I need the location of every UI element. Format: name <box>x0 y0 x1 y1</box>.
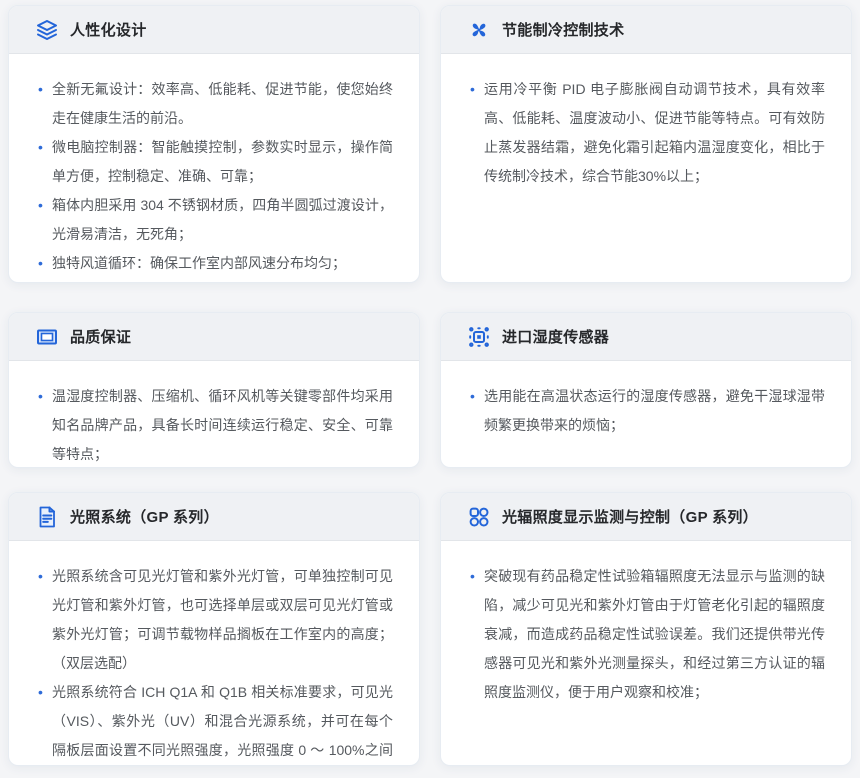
card-title: 光照系统（GP 系列） <box>70 506 219 527</box>
bullet-item: 光照系统符合 ICH Q1A 和 Q1B 相关标准要求，可见光（VIS）、紫外光… <box>38 678 393 766</box>
bullet-list: 光照系统含可见光灯管和紫外光灯管，可单独控制可见光灯管和紫外灯管，也可选择单层或… <box>38 562 393 766</box>
feature-card-energy-saving-cooling: 节能制冷控制技术 运用冷平衡 PID 电子膨胀阀自动调节技术，具有效率高、低能耗… <box>440 5 852 283</box>
feature-card-irradiance-monitoring: 光辐照度显示监测与控制（GP 系列） 突破现有药品稳定性试验箱辐照度无法显示与监… <box>440 492 852 766</box>
fan-icon <box>467 18 491 42</box>
card-header: 节能制冷控制技术 <box>441 6 851 54</box>
bullet-item: 全新无氟设计：效率高、低能耗、促进节能，使您始终走在健康生活的前沿。 <box>38 75 393 133</box>
bullet-list: 突破现有药品稳定性试验箱辐照度无法显示与监测的缺陷，减少可见光和紫外灯管由于灯管… <box>470 562 825 707</box>
feature-grid-page: 人性化设计 全新无氟设计：效率高、低能耗、促进节能，使您始终走在健康生活的前沿。… <box>0 0 860 766</box>
bullet-list: 全新无氟设计：效率高、低能耗、促进节能，使您始终走在健康生活的前沿。 微电脑控制… <box>38 75 393 278</box>
bullet-list: 温湿度控制器、压缩机、循环风机等关键零部件均采用知名品牌产品，具备长时间连续运行… <box>38 382 393 468</box>
card-body: 突破现有药品稳定性试验箱辐照度无法显示与监测的缺陷，减少可见光和紫外灯管由于灯管… <box>441 541 851 717</box>
card-title: 光辐照度显示监测与控制（GP 系列） <box>502 506 758 527</box>
feature-row-3: 光照系统（GP 系列） 光照系统含可见光灯管和紫外光灯管，可单独控制可见光灯管和… <box>8 492 852 766</box>
card-header: 光照系统（GP 系列） <box>9 493 419 541</box>
document-icon <box>35 505 59 529</box>
bullet-item: 选用能在高温状态运行的湿度传感器，避免干湿球湿带频繁更换带来的烦恼； <box>470 382 825 440</box>
feature-row-1: 人性化设计 全新无氟设计：效率高、低能耗、促进节能，使您始终走在健康生活的前沿。… <box>8 5 852 283</box>
card-body: 全新无氟设计：效率高、低能耗、促进节能，使您始终走在健康生活的前沿。 微电脑控制… <box>9 54 419 283</box>
frame-icon <box>35 325 59 349</box>
card-title: 人性化设计 <box>70 19 147 40</box>
card-body: 温湿度控制器、压缩机、循环风机等关键零部件均采用知名品牌产品，具备长时间连续运行… <box>9 361 419 468</box>
card-body: 光照系统含可见光灯管和紫外光灯管，可单独控制可见光灯管和紫外灯管，也可选择单层或… <box>9 541 419 766</box>
card-title: 节能制冷控制技术 <box>502 19 624 40</box>
grid-circles-icon <box>467 505 491 529</box>
card-header: 人性化设计 <box>9 6 419 54</box>
card-body: 选用能在高温状态运行的湿度传感器，避免干湿球湿带频繁更换带来的烦恼； <box>441 361 851 450</box>
bullet-item: 独特风道循环：确保工作室内部风速分布均匀； <box>38 249 393 278</box>
layers-icon <box>35 18 59 42</box>
feature-card-humanized-design: 人性化设计 全新无氟设计：效率高、低能耗、促进节能，使您始终走在健康生活的前沿。… <box>8 5 420 283</box>
bullet-list: 运用冷平衡 PID 电子膨胀阀自动调节技术，具有效率高、低能耗、温度波动小、促进… <box>470 75 825 191</box>
card-header: 品质保证 <box>9 313 419 361</box>
card-title: 进口湿度传感器 <box>502 326 609 347</box>
bullet-item: 温湿度控制器、压缩机、循环风机等关键零部件均采用知名品牌产品，具备长时间连续运行… <box>38 382 393 468</box>
bullet-item: 运用冷平衡 PID 电子膨胀阀自动调节技术，具有效率高、低能耗、温度波动小、促进… <box>470 75 825 191</box>
card-header: 进口湿度传感器 <box>441 313 851 361</box>
sensor-chip-icon <box>467 325 491 349</box>
card-header: 光辐照度显示监测与控制（GP 系列） <box>441 493 851 541</box>
feature-card-imported-humidity-sensor: 进口湿度传感器 选用能在高温状态运行的湿度传感器，避免干湿球湿带频繁更换带来的烦… <box>440 312 852 468</box>
bullet-item: 光照系统含可见光灯管和紫外光灯管，可单独控制可见光灯管和紫外灯管，也可选择单层或… <box>38 562 393 678</box>
bullet-item: 微电脑控制器：智能触摸控制，参数实时显示，操作简单方便，控制稳定、准确、可靠； <box>38 133 393 191</box>
bullet-item: 突破现有药品稳定性试验箱辐照度无法显示与监测的缺陷，减少可见光和紫外灯管由于灯管… <box>470 562 825 707</box>
card-body: 运用冷平衡 PID 电子膨胀阀自动调节技术，具有效率高、低能耗、温度波动小、促进… <box>441 54 851 201</box>
bullet-item: 箱体内胆采用 304 不锈钢材质，四角半圆弧过渡设计，光滑易清洁，无死角； <box>38 191 393 249</box>
feature-card-lighting-system: 光照系统（GP 系列） 光照系统含可见光灯管和紫外光灯管，可单独控制可见光灯管和… <box>8 492 420 766</box>
bullet-list: 选用能在高温状态运行的湿度传感器，避免干湿球湿带频繁更换带来的烦恼； <box>470 382 825 440</box>
card-title: 品质保证 <box>70 326 131 347</box>
feature-card-quality-assurance: 品质保证 温湿度控制器、压缩机、循环风机等关键零部件均采用知名品牌产品，具备长时… <box>8 312 420 468</box>
feature-row-2: 品质保证 温湿度控制器、压缩机、循环风机等关键零部件均采用知名品牌产品，具备长时… <box>8 312 852 468</box>
